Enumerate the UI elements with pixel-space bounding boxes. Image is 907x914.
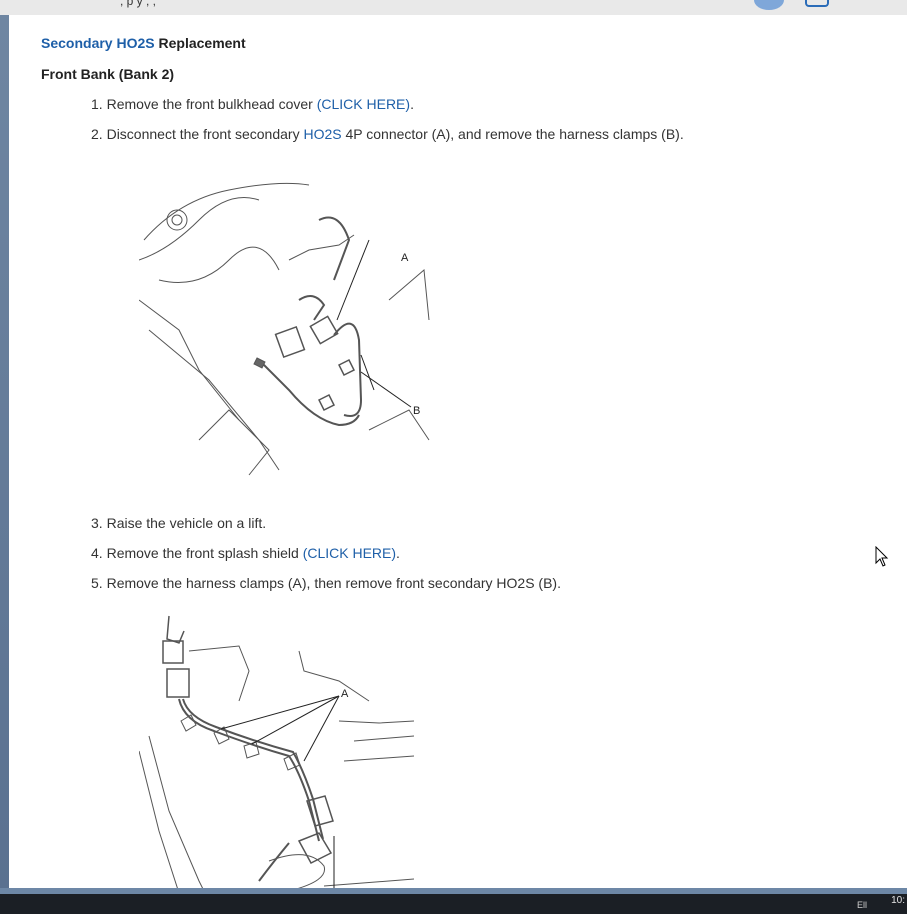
figure-harness-clamps: A (138, 611, 415, 890)
step-text-end: 4P connector (A), and remove the harness… (341, 126, 684, 142)
taskbar-clock[interactable]: 10: (891, 895, 905, 906)
title-link-ho2s[interactable]: Secondary HO2S (41, 35, 155, 51)
harness-clamps-illustration (138, 615, 415, 890)
step-text-end: . (410, 96, 414, 112)
step-4: 4. Remove the front splash shield (CLICK… (91, 545, 400, 561)
step-text-end: . (396, 545, 400, 561)
figure1-label-b: B (413, 405, 421, 417)
figure2-label-a: A (341, 688, 349, 700)
step-5: 5. Remove the harness clamps (A), then r… (91, 575, 561, 591)
step-text: Remove the harness clamps (A), then remo… (102, 575, 561, 591)
step-number: 2. (91, 126, 103, 142)
ho2s-link[interactable]: HO2S (303, 126, 341, 142)
figure-connector-diagram: A B (138, 180, 431, 480)
step-number: 5. (91, 575, 103, 591)
browser-top-bar: , p y , , (0, 0, 907, 16)
taskbar: Ell 10: (0, 894, 907, 914)
step-2: 2. Disconnect the front secondary HO2S 4… (91, 126, 684, 142)
document-content: Secondary HO2S Replacement Front Bank (B… (9, 15, 907, 890)
title-rest: Replacement (154, 35, 246, 51)
connector-diagram-illustration (138, 182, 430, 476)
tray-text: Ell (856, 900, 867, 910)
figure1-label-a: A (401, 252, 409, 264)
notification-icon[interactable] (805, 0, 829, 7)
section-subtitle: Front Bank (Bank 2) (41, 66, 175, 82)
step-text: Raise the vehicle on a lift. (102, 515, 267, 531)
mouse-cursor-icon (875, 546, 889, 567)
step-1: 1. Remove the front bulkhead cover (CLIC… (91, 96, 414, 112)
click-here-link[interactable]: (CLICK HERE) (317, 96, 410, 112)
step-text: Remove the front bulkhead cover (102, 96, 317, 112)
click-here-link[interactable]: (CLICK HERE) (303, 545, 396, 561)
step-text: Remove the front splash shield (102, 545, 303, 561)
window-frame-left (0, 15, 9, 890)
step-number: 3. (91, 515, 103, 531)
top-bar-text: , p y , , (120, 0, 157, 8)
user-avatar[interactable] (754, 0, 784, 10)
step-number: 1. (91, 96, 103, 112)
step-number: 4. (91, 545, 103, 561)
page-title: Secondary HO2S Replacement (41, 35, 246, 51)
step-3: 3. Raise the vehicle on a lift. (91, 515, 266, 531)
step-text: Disconnect the front secondary (102, 126, 304, 142)
